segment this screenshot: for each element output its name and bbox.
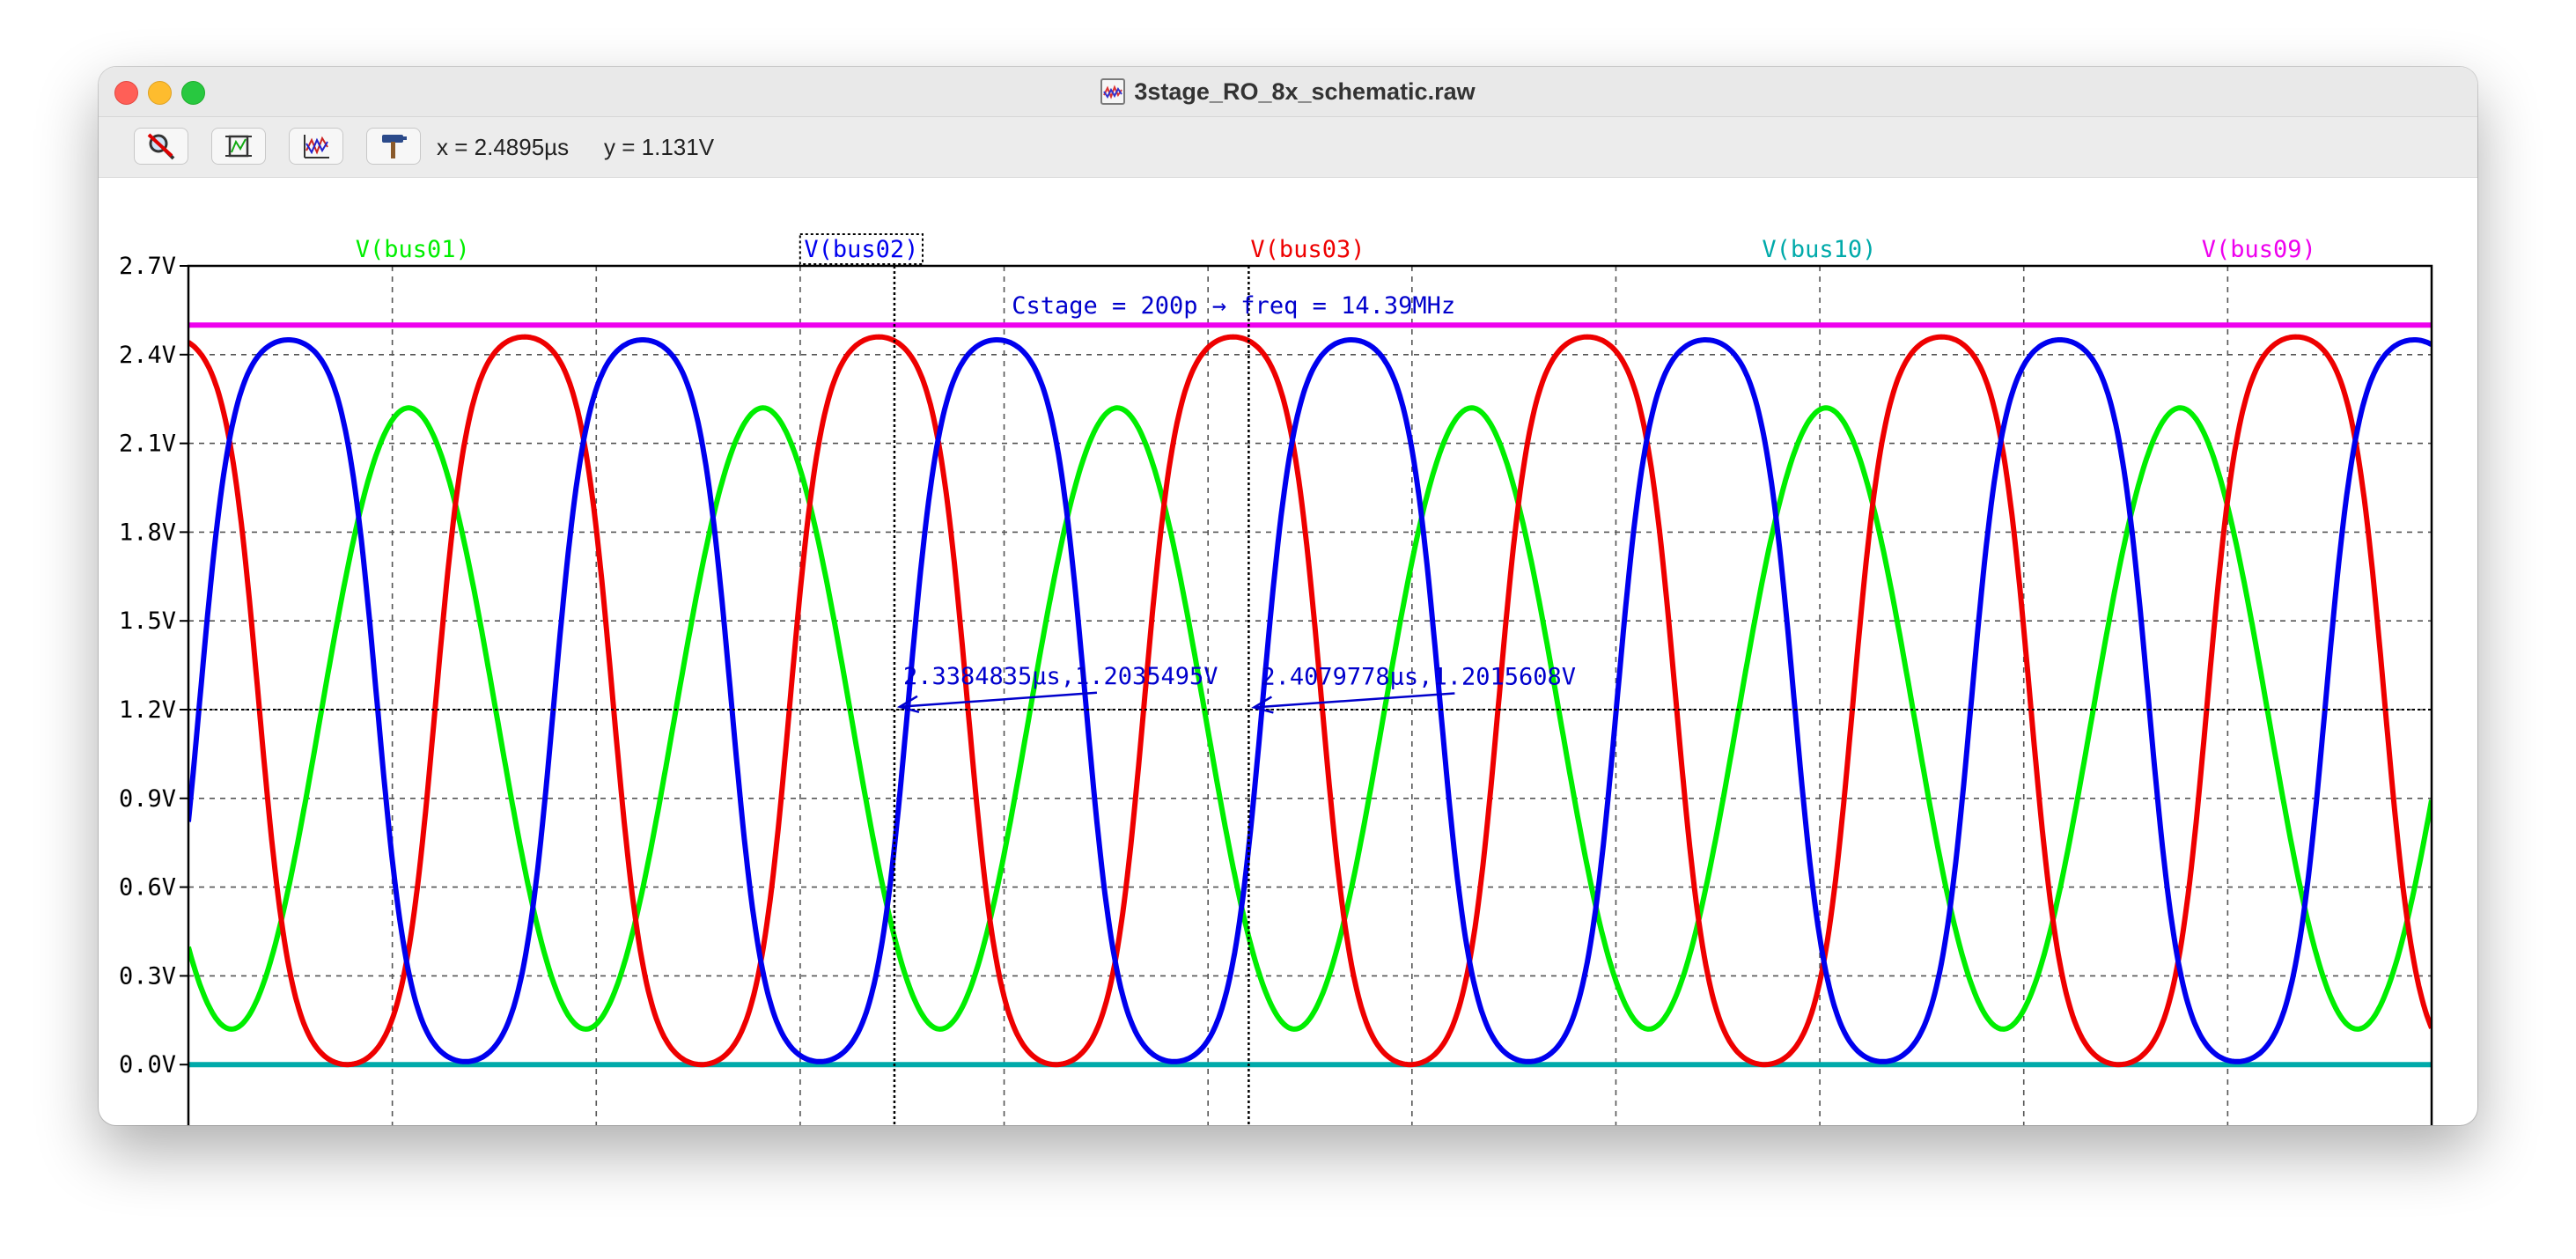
y-tick-label: 0.3V [119, 962, 176, 990]
window-title: 3stage_RO_8x_schematic.raw [1134, 77, 1476, 105]
waveform-select-icon [304, 135, 329, 158]
waveform-viewer-window: 3stage_RO_8x_schematic.raw x = 2.4895µs … [99, 67, 2477, 1125]
autorange-button[interactable] [211, 128, 266, 165]
waveform-plot-svg[interactable]: 2.20µs2.24µs2.28µs2.32µs2.36µs2.40µs2.44… [99, 178, 2477, 1125]
legend-label-vbus10[interactable]: V(bus10) [1762, 236, 1876, 263]
y-tick-label: 0.9V [119, 785, 176, 813]
y-tick-label: 2.4V [119, 342, 176, 369]
title-bar[interactable]: 3stage_RO_8x_schematic.raw [99, 67, 2477, 117]
zoom-cancel-icon [147, 133, 175, 160]
cursor-y-readout: y = 1.131V [604, 134, 715, 160]
y-tick-label: 0.6V [119, 874, 176, 902]
zoom-cancel-button[interactable] [134, 128, 188, 165]
y-tick-label: 1.2V [119, 696, 176, 724]
y-tick-label: 2.1V [119, 431, 176, 458]
hammer-probe-icon [382, 135, 407, 158]
waveform-plot[interactable]: 2.20µs2.24µs2.28µs2.32µs2.36µs2.40µs2.44… [99, 178, 2477, 1125]
y-tick-label: 0.0V [119, 1051, 176, 1079]
cursor-x-readout: x = 2.4895µs [437, 134, 570, 160]
legend-label-vbus09[interactable]: V(bus09) [2202, 236, 2316, 263]
waveform-select-button[interactable] [289, 128, 343, 165]
toolbar: x = 2.4895µs y = 1.131V [99, 117, 2477, 178]
y-tick-label: 2.7V [119, 253, 176, 280]
cursor-label: 2.4079778µs,1.2015608V [1261, 663, 1576, 690]
autorange-icon [225, 135, 252, 158]
legend-label-vbus02[interactable]: V(bus02) [804, 236, 918, 263]
y-tick-label: 1.8V [119, 519, 176, 546]
probe-button[interactable] [366, 128, 421, 165]
waveform-document-icon [1100, 78, 1126, 105]
y-tick-label: 1.5V [119, 607, 176, 635]
plot-annotation: Cstage = 200p → freq = 14.39MHz [1012, 292, 1455, 320]
legend-label-vbus03[interactable]: V(bus03) [1250, 236, 1365, 263]
legend-label-vbus01[interactable]: V(bus01) [356, 236, 470, 263]
cursor-label: 2.3384835µs,1.2035495V [903, 663, 1218, 690]
